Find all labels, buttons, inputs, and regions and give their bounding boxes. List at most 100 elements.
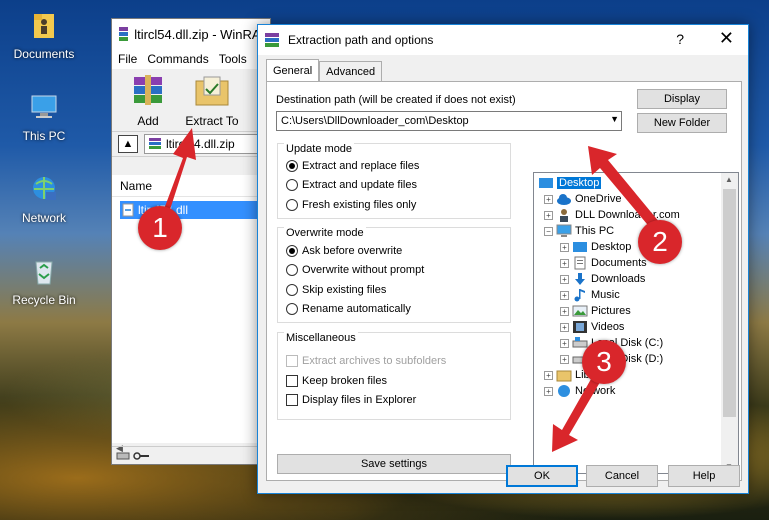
expand-icon[interactable]: + xyxy=(560,258,569,268)
radio-extract-replace[interactable]: Extract and replace files xyxy=(286,160,419,172)
dialog-titlebar[interactable]: Extraction path and options ? ✕ xyxy=(258,25,748,55)
save-settings-button[interactable]: Save settings xyxy=(277,454,511,474)
extraction-dialog: Extraction path and options ? ✕ General … xyxy=(257,24,749,494)
radio-icon[interactable] xyxy=(286,284,298,296)
tree-node-this-pc[interactable]: − This PC xyxy=(544,223,614,239)
update-mode-title: Update mode xyxy=(284,143,355,155)
add-label: Add xyxy=(137,114,159,128)
chevron-down-icon[interactable]: ▼ xyxy=(610,114,619,124)
tab-general[interactable]: General xyxy=(266,59,320,81)
cancel-button[interactable]: Cancel xyxy=(586,465,658,487)
tree-node-network[interactable]: + Network xyxy=(544,383,615,399)
winrar-app-icon xyxy=(119,27,129,41)
expand-icon[interactable]: + xyxy=(560,338,569,348)
radio-extract-update[interactable]: Extract and update files xyxy=(286,179,417,191)
check-display-explorer[interactable]: Display files in Explorer xyxy=(286,394,416,406)
winrar-toolbar: Add Extract To xyxy=(112,69,270,131)
network-icon xyxy=(558,385,570,397)
winrar-menubar: File Commands Tools xyxy=(112,49,270,69)
expand-icon[interactable]: + xyxy=(544,210,553,220)
expand-icon[interactable]: + xyxy=(560,306,569,316)
tree-node-desktop[interactable]: + Desktop xyxy=(560,239,631,255)
checkbox-icon[interactable] xyxy=(286,394,298,406)
overwrite-mode-title: Overwrite mode xyxy=(284,227,366,239)
menu-tools[interactable]: Tools xyxy=(219,52,247,66)
tree-node-documents[interactable]: + Documents xyxy=(560,255,647,271)
check-keep-broken[interactable]: Keep broken files xyxy=(286,375,387,387)
column-header-name[interactable]: Name xyxy=(112,175,270,197)
network-globe-icon xyxy=(33,177,56,200)
up-folder-icon[interactable]: ▲ xyxy=(118,135,138,153)
expand-icon[interactable]: + xyxy=(544,370,553,380)
radio-overwrite-without-prompt[interactable]: Overwrite without prompt xyxy=(286,264,424,276)
desktop-icon-documents[interactable]: Documents xyxy=(8,10,80,61)
step-marker-3: 3 xyxy=(582,340,626,384)
zip-archive-icon xyxy=(149,138,161,149)
radio-icon[interactable] xyxy=(286,303,298,315)
radio-skip-existing[interactable]: Skip existing files xyxy=(286,284,386,296)
download-arrow-icon xyxy=(575,273,585,285)
expand-icon[interactable]: + xyxy=(560,354,569,364)
new-folder-button[interactable]: New Folder xyxy=(637,113,727,133)
radio-ask-before-overwrite[interactable]: Ask before overwrite xyxy=(286,245,402,257)
overwrite-mode-group: Overwrite mode Ask before overwrite Over… xyxy=(277,227,511,323)
tree-node-videos[interactable]: + Videos xyxy=(560,319,624,335)
desktop-icon-network[interactable]: Network xyxy=(8,174,80,225)
expand-icon[interactable]: + xyxy=(560,274,569,284)
check-extract-subfolders[interactable]: Extract archives to subfolders xyxy=(286,355,446,367)
radio-icon-selected[interactable] xyxy=(286,245,298,257)
folder-icon xyxy=(34,14,54,38)
tree-node-downloads[interactable]: + Downloads xyxy=(560,271,645,287)
destination-path-combo[interactable]: C:\Users\DllDownloader_com\Desktop ▼ xyxy=(276,111,622,131)
radio-icon-selected[interactable] xyxy=(286,160,298,172)
menu-file[interactable]: File xyxy=(118,52,137,66)
winrar-window: ltircl54.dll.zip - WinRAR File Commands … xyxy=(111,18,271,465)
expand-icon[interactable]: + xyxy=(560,242,569,252)
checkbox-icon[interactable] xyxy=(286,355,298,367)
computer-icon xyxy=(31,95,57,118)
folder-extract-icon xyxy=(195,76,229,106)
desktop-icon-this-pc[interactable]: This PC xyxy=(8,92,80,143)
tree-node-desktop-root[interactable]: Desktop xyxy=(538,175,602,191)
tree-scrollbar[interactable]: ▲ ▼ xyxy=(721,173,738,473)
expand-icon[interactable]: + xyxy=(560,290,569,300)
radio-icon[interactable] xyxy=(286,179,298,191)
close-icon[interactable]: ✕ xyxy=(719,28,734,49)
ok-button[interactable]: OK xyxy=(506,465,578,487)
radio-icon[interactable] xyxy=(286,264,298,276)
desktop-icon-recycle-bin[interactable]: Recycle Bin xyxy=(8,256,80,307)
archive-path-field[interactable]: ltircl54.dll.zip xyxy=(144,134,264,154)
checkbox-icon[interactable] xyxy=(286,375,298,387)
extract-to-button[interactable]: Extract To xyxy=(182,73,242,128)
destination-path-value: C:\Users\DllDownloader_com\Desktop xyxy=(281,115,469,127)
tree-node-pictures[interactable]: + Pictures xyxy=(560,303,631,319)
expand-icon[interactable]: + xyxy=(544,194,553,204)
help-button[interactable]: Help xyxy=(668,465,740,487)
radio-icon[interactable] xyxy=(286,199,298,211)
winrar-address-bar: ▲ ltircl54.dll.zip xyxy=(112,131,270,157)
winrar-titlebar[interactable]: ltircl54.dll.zip - WinRAR xyxy=(112,19,270,49)
step-marker-1: 1 xyxy=(138,206,182,250)
tab-advanced[interactable]: Advanced xyxy=(319,61,383,81)
libraries-icon xyxy=(556,370,572,382)
miscellaneous-title: Miscellaneous xyxy=(284,332,358,344)
documents-icon xyxy=(574,256,586,270)
collapse-icon[interactable]: − xyxy=(544,226,553,236)
folder-tree[interactable]: Desktop + OneDrive + DLL Downloader.com − T… xyxy=(533,172,739,474)
expand-icon[interactable]: + xyxy=(560,322,569,332)
radio-fresh-existing[interactable]: Fresh existing files only xyxy=(286,199,416,211)
expand-icon[interactable]: + xyxy=(544,386,553,396)
pictures-icon xyxy=(572,305,588,317)
tree-node-onedrive[interactable]: + OneDrive xyxy=(544,191,621,207)
add-button[interactable]: Add xyxy=(122,73,174,128)
archive-path-text: ltircl54.dll.zip xyxy=(166,137,235,151)
scrollbar-thumb[interactable] xyxy=(723,189,736,417)
help-icon[interactable]: ? xyxy=(676,31,684,47)
radio-rename-automatically[interactable]: Rename automatically xyxy=(286,303,411,315)
display-button[interactable]: Display xyxy=(637,89,727,109)
desktop-icon-label: Recycle Bin xyxy=(12,293,76,307)
tree-node-music[interactable]: + Music xyxy=(560,287,620,303)
general-panel: Destination path (will be created if doe… xyxy=(266,81,742,481)
menu-commands[interactable]: Commands xyxy=(147,52,208,66)
scroll-up-icon[interactable]: ▲ xyxy=(725,175,733,184)
